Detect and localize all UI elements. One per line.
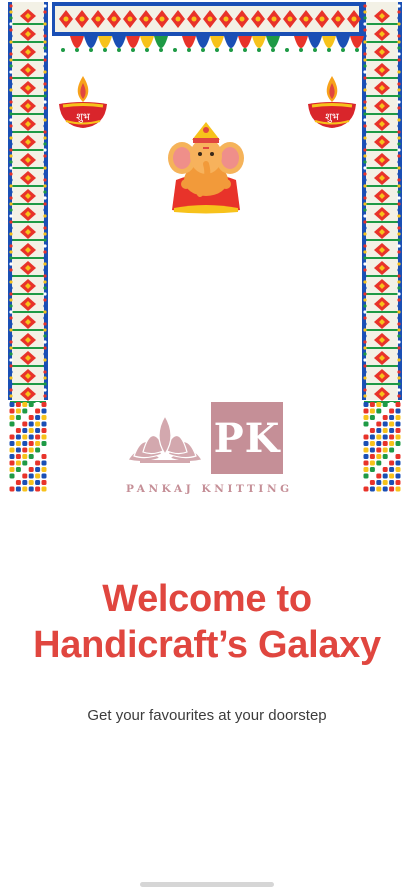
tagline: Get your favourites at your doorstep [87,707,327,724]
diya-text: शुभ [76,112,91,123]
diya-right-icon: शुभ [308,76,356,128]
home-indicator[interactable] [140,882,274,887]
brand-name: PANKAJ KNITTING [126,483,293,495]
diya-text: शुभ [325,112,340,123]
pk-monogram: PK [211,402,283,474]
welcome-line-2: Handicraft’s Galaxy [33,624,381,666]
welcome-line-1: Welcome to [102,578,312,620]
welcome-heading: Welcome to Handicraft’s Galaxy [0,576,414,668]
ganesha-icon [168,122,244,214]
splash-screen: शुभ शुभ PK PANKAJ KNITTING Welcome to Ha… [0,0,414,896]
brand-logo: PK PANKAJ KNITTING [126,402,292,498]
lotus-icon [127,414,203,463]
diya-left-icon: शुभ [59,76,107,128]
